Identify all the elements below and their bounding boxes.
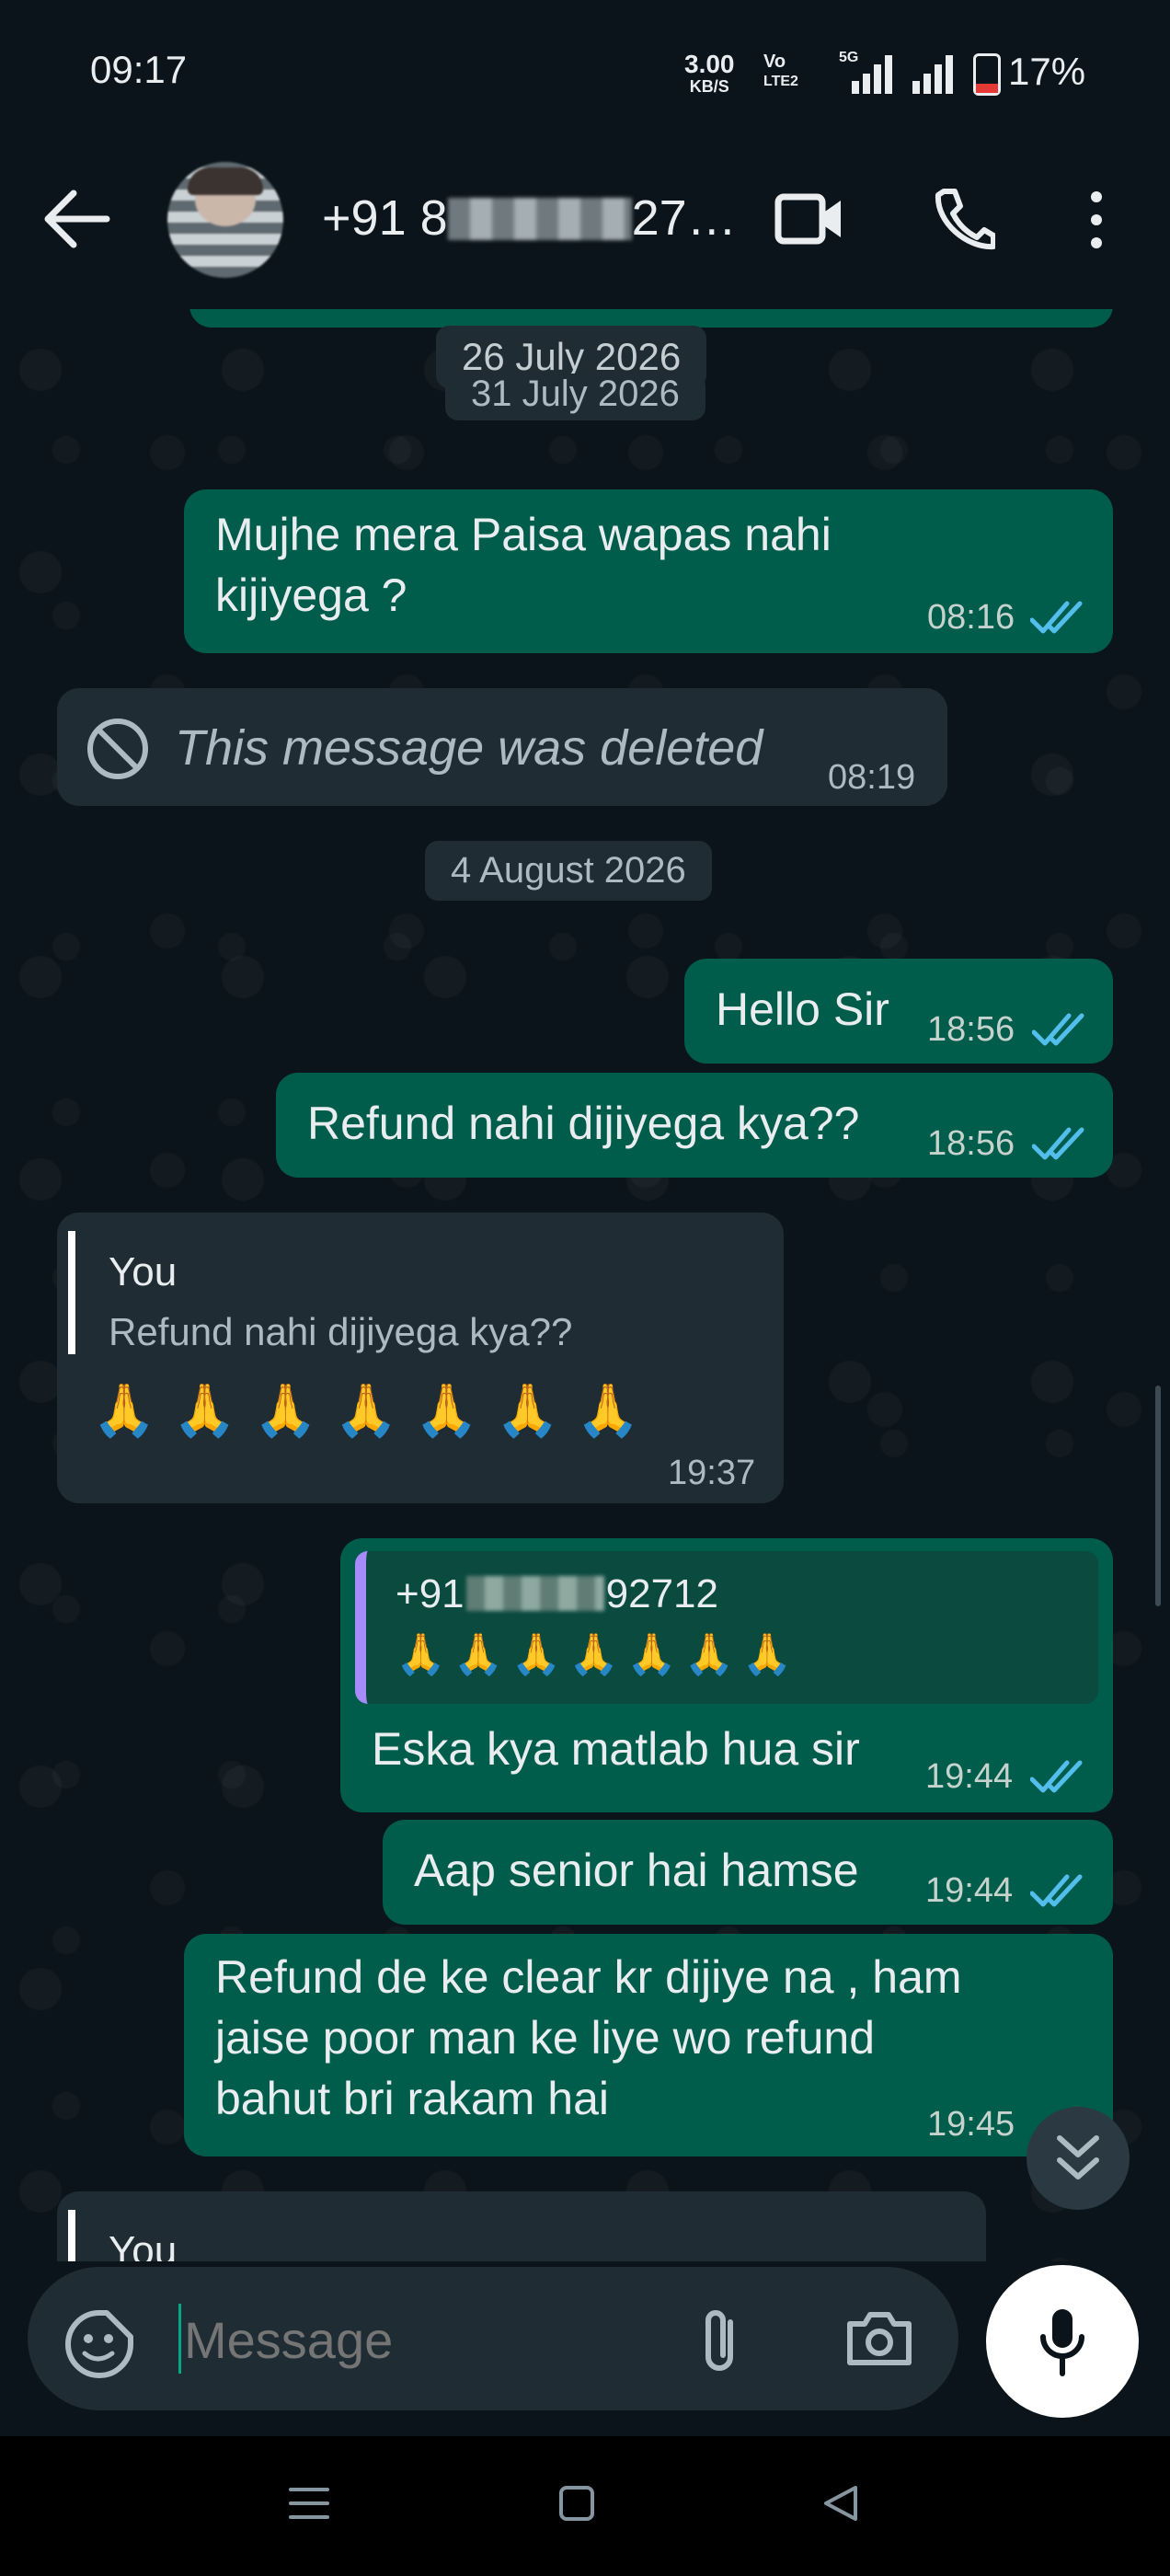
message-composer <box>28 2267 958 2410</box>
message-time: 19:44 <box>925 1871 1014 1910</box>
quote-author-redacted <box>465 1576 604 1611</box>
system-nav-bar <box>0 2436 1170 2576</box>
signal-5g-label: 5G <box>839 50 859 65</box>
volte-top: Vo <box>763 52 786 72</box>
message-text: Aap senior hai hamse <box>414 1845 859 1896</box>
text-caret <box>178 2304 181 2374</box>
message-time: 19:44 <box>925 1757 1014 1796</box>
scroll-to-bottom-button[interactable] <box>1027 2107 1130 2210</box>
message-time: 18:56 <box>927 1124 1015 1163</box>
message-bubble-outgoing[interactable]: Refund nahi dijiyega kya?? 18:56 <box>276 1073 1113 1178</box>
signal-sim2-icon <box>909 53 960 100</box>
message-bubble-outgoing[interactable]: Mujhe mera Paisa wapas nahi kijiyega ? 0… <box>184 489 1113 653</box>
quoted-message[interactable]: You Refund nahi dijiyega kya?? <box>68 1231 774 1354</box>
message-time: 18:56 <box>927 1010 1015 1049</box>
menu-icon[interactable] <box>287 2484 331 2523</box>
message-text: bahut bri rakam hai <box>215 2073 610 2124</box>
read-ticks-icon <box>1030 601 1083 634</box>
message-bubble-outgoing[interactable]: Refund de ke clear kr dijiye na , ham ja… <box>184 1934 1113 2156</box>
more-vert-icon[interactable] <box>1085 190 1107 255</box>
double-chevron-down-icon <box>1057 2135 1099 2179</box>
quoted-message[interactable]: You <box>68 2210 903 2261</box>
home-icon[interactable] <box>557 2484 596 2523</box>
status-time: 09:17 <box>90 48 188 91</box>
volte-bottom: LTE2 <box>763 74 798 89</box>
message-text: jaise poor man ke liye wo refund <box>215 2012 876 2064</box>
quote-text: Refund nahi dijiyega kya?? <box>109 1310 573 1353</box>
message-text: kijiyega ? <box>215 569 407 621</box>
network-rate: 3.00 KB/S <box>684 50 735 97</box>
quote-author: You <box>109 2228 178 2261</box>
message-text: 🙏🙏🙏🙏🙏🙏🙏 <box>92 1381 658 1439</box>
message-bubble-outgoing[interactable]: Hello Sir 18:56 <box>684 959 1113 1064</box>
quote-author: +91 92712 <box>396 1571 718 1617</box>
message-time: 08:19 <box>828 758 916 797</box>
message-text: Hello Sir <box>716 983 889 1035</box>
deleted-text: This message was deleted <box>175 720 763 776</box>
battery-percent: 17% <box>1008 50 1086 93</box>
message-bubble-deleted[interactable]: This message was deleted 08:19 <box>57 688 947 806</box>
message-bubble-outgoing[interactable]: Aap senior hai hamse 19:44 <box>383 1820 1113 1925</box>
message-time: 19:45 <box>927 2105 1015 2144</box>
message-time: 19:37 <box>668 1454 756 1492</box>
video-call-icon[interactable] <box>774 191 844 251</box>
back-nav-icon[interactable] <box>819 2482 861 2524</box>
message-text: Mujhe mera Paisa wapas nahi <box>215 509 832 560</box>
microphone-icon <box>1040 2309 1084 2376</box>
quote-author-prefix: +91 <box>396 1571 465 1616</box>
scrollbar[interactable] <box>1155 1386 1161 1606</box>
message-time: 08:16 <box>927 598 1015 637</box>
message-text: Refund nahi dijiyega kya?? <box>307 1098 860 1149</box>
sticker-icon[interactable] <box>64 2309 134 2384</box>
camera-icon[interactable] <box>844 2309 914 2373</box>
network-rate-value: 3.00 <box>684 50 735 78</box>
back-arrow-icon[interactable] <box>42 188 110 255</box>
quote-author: You <box>109 1249 178 1294</box>
contact-name-redacted <box>447 198 632 240</box>
network-rate-unit: KB/S <box>689 77 729 96</box>
chat-area[interactable]: 26 July 2026 31 July 2026 Mujhe mera Pai… <box>0 309 1170 2261</box>
quote-author-suffix: 92712 <box>605 1571 718 1616</box>
contact-name-prefix: +91 8 <box>322 190 448 246</box>
message-text: Eska kya matlab hua sir <box>372 1723 860 1775</box>
date-chip: 31 July 2026 <box>445 374 705 420</box>
quoted-message[interactable]: +91 92712 🙏🙏🙏🙏🙏🙏🙏 <box>355 1551 1098 1704</box>
deleted-icon <box>87 719 148 779</box>
voice-record-button[interactable] <box>986 2265 1139 2418</box>
message-text: Refund de ke clear kr dijiye na , ham <box>215 1951 962 2003</box>
message-bubble-incoming[interactable]: You Refund nahi dijiyega kya?? 🙏🙏🙏🙏🙏🙏🙏 1… <box>57 1213 784 1503</box>
read-ticks-icon <box>1030 1760 1083 1793</box>
avatar[interactable] <box>167 162 283 278</box>
read-ticks-icon <box>1030 1874 1083 1907</box>
attach-icon[interactable] <box>697 2307 743 2382</box>
date-chip: 4 August 2026 <box>425 841 712 901</box>
phone-call-icon[interactable] <box>931 186 996 257</box>
message-bubble-incoming-partial[interactable]: You <box>57 2191 986 2261</box>
read-ticks-icon <box>1032 1127 1084 1160</box>
status-bar: 09:17 3.00 KB/S Vo LTE2 5G 17% <box>0 0 1170 147</box>
signal-5g-icon: 5G <box>839 50 894 100</box>
battery-icon <box>973 53 1001 96</box>
quote-text: 🙏🙏🙏🙏🙏🙏🙏 <box>396 1632 800 1677</box>
message-bubble-partial[interactable] <box>189 309 1113 328</box>
contact-name[interactable]: +91 8 27… <box>322 190 737 247</box>
message-bubble-outgoing[interactable]: +91 92712 🙏🙏🙏🙏🙏🙏🙏 Eska kya matlab hua sir… <box>340 1538 1113 1812</box>
message-input[interactable] <box>182 2306 664 2374</box>
volte-indicator: Vo LTE2 <box>763 52 798 92</box>
read-ticks-icon <box>1032 1013 1084 1046</box>
contact-name-suffix: 27… <box>631 190 737 246</box>
